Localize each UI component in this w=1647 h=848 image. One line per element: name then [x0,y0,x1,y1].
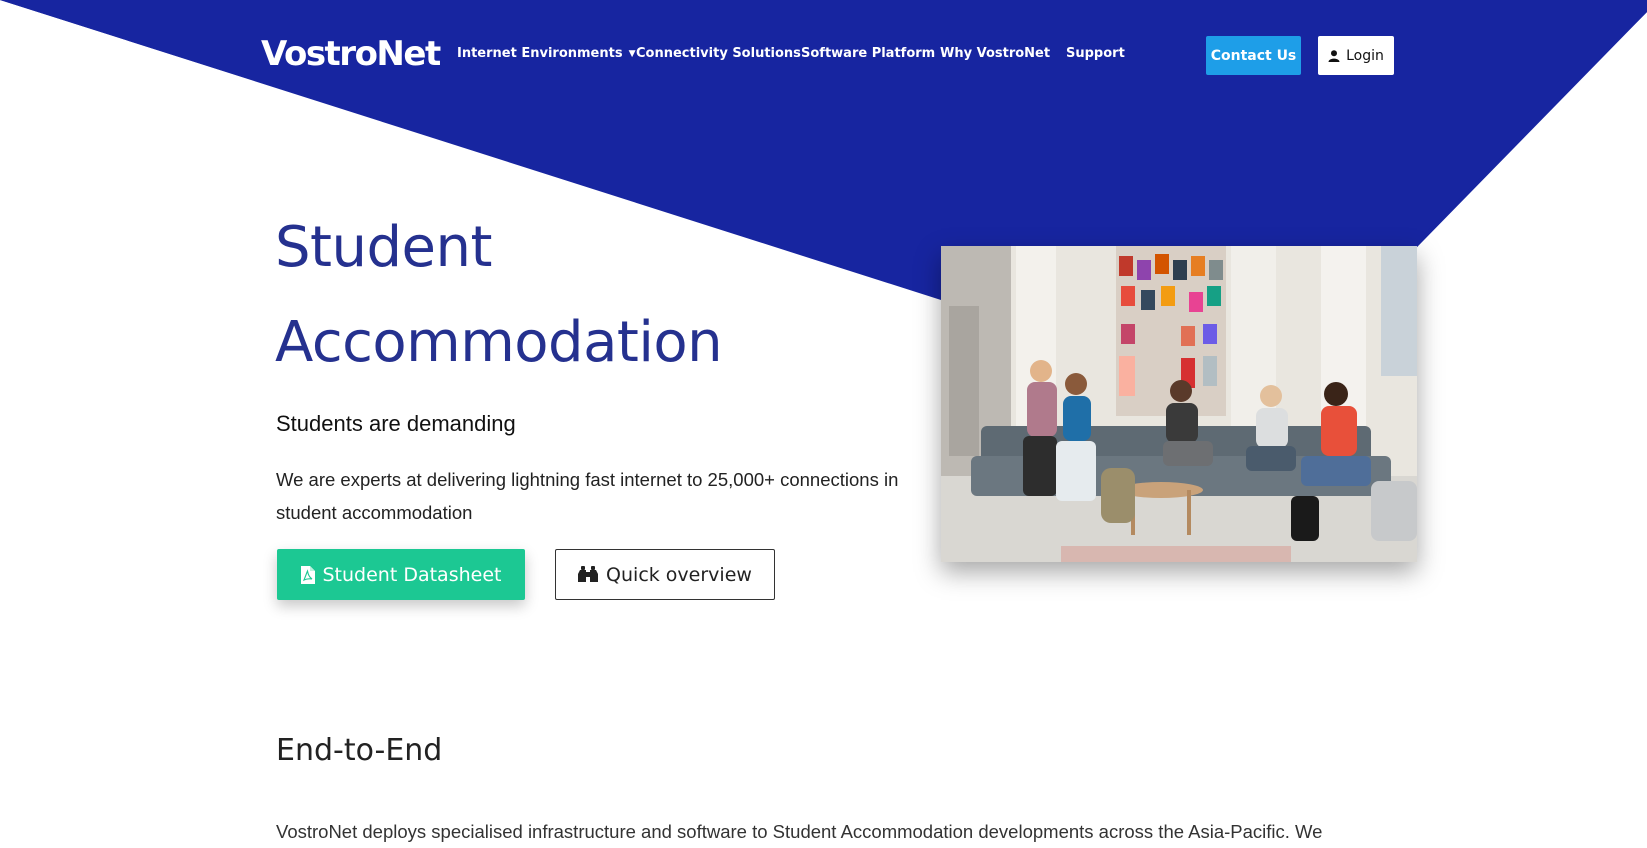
login-button[interactable]: Login [1318,36,1394,75]
contact-us-label: Contact Us [1210,47,1297,64]
file-pdf-icon [300,565,315,584]
section-description: VostroNet deploys specialised infrastruc… [276,821,1323,842]
contact-us-button[interactable]: Contact Us [1206,36,1301,75]
page-title: Student Accommodation [275,200,723,390]
nav-why-vostronet[interactable]: Why VostroNet [940,45,1050,63]
title-line-2: Accommodation [275,310,723,375]
quick-overview-button[interactable]: Quick overview [555,549,775,600]
top-navbar: VostroNet Internet Environments ▼ Connect… [0,0,1647,110]
nav-internet-environments[interactable]: Internet Environments ▼ [457,45,636,63]
title-line-1: Student [275,215,492,280]
nav-software-platform[interactable]: Software Platform [801,45,935,63]
login-label: Login [1346,47,1384,64]
student-datasheet-button[interactable]: Student Datasheet [277,549,525,600]
nav-connectivity-solutions[interactable]: Connectivity Solutions [636,45,801,63]
quick-overview-label: Quick overview [606,563,752,586]
nav-support[interactable]: Support [1066,45,1125,63]
binoculars-icon [578,566,599,582]
user-icon [1328,49,1340,62]
photo-illustration [941,246,1417,562]
hero-description: We are experts at delivering lightning f… [276,469,899,523]
vostronet-logo[interactable]: VostroNet [261,34,441,74]
chevron-down-icon: ▼ [628,49,636,59]
hero-subtitle: Students are demanding [276,411,516,436]
nav-internet-environments-label: Internet Environments [457,46,623,61]
page-content: Student Accommodation Students are deman… [0,0,1647,843]
students-lounge-photo [941,246,1417,562]
student-datasheet-label: Student Datasheet [322,563,502,586]
section-heading: End-to-End [276,733,443,768]
